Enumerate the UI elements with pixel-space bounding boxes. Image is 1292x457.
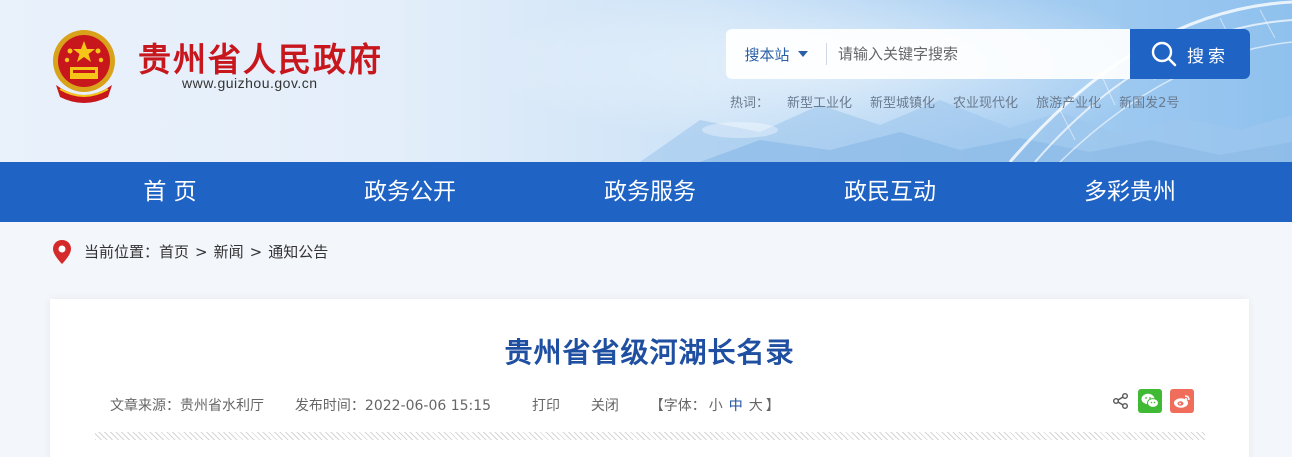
publish-time-label: 发布时间： xyxy=(294,398,365,414)
nav-item-gov-services[interactable]: 政务服务 xyxy=(590,162,710,222)
article-source: 贵州省水利厅 xyxy=(180,398,264,414)
search-box: 搜本站 搜索 xyxy=(726,29,1250,79)
search-input[interactable] xyxy=(838,39,1118,69)
search-button-label: 搜索 xyxy=(1187,46,1229,67)
breadcrumb-separator: > xyxy=(249,243,263,261)
hot-word[interactable]: 旅游产业化 xyxy=(1036,92,1101,111)
nav-item-colorful-guizhou[interactable]: 多彩贵州 xyxy=(1070,162,1190,222)
hot-words-label: 热词： xyxy=(730,96,770,111)
nav-item-home[interactable]: 首 页 xyxy=(110,162,230,222)
search-icon xyxy=(1151,41,1177,67)
hot-word[interactable]: 新型城镇化 xyxy=(870,92,935,111)
wechat-share-button[interactable] xyxy=(1138,389,1162,413)
publish-time: 2022-06-06 15:15 xyxy=(364,398,492,414)
header-banner: 贵州省人民政府 www.guizhou.gov.cn 搜本站 搜索 热词： 新型… xyxy=(0,0,1292,162)
hot-word[interactable]: 农业现代化 xyxy=(953,92,1018,111)
hot-words: 热词： 新型工业化 新型城镇化 农业现代化 旅游产业化 新国发2号 xyxy=(730,92,1179,111)
map-pin-icon xyxy=(53,240,71,264)
national-emblem-icon xyxy=(53,30,115,103)
site-title[interactable]: 贵州省人民政府 xyxy=(138,33,383,81)
font-size-large[interactable]: 大 xyxy=(749,395,763,415)
article-title: 贵州省省级河湖长名录 xyxy=(504,336,795,369)
search-scope-label: 搜本站 xyxy=(744,45,790,64)
nav-item-interaction[interactable]: 政民互动 xyxy=(830,162,950,222)
wechat-icon xyxy=(1141,393,1159,408)
breadcrumb-bar: 当前位置：首页 > 新闻 > 通知公告 xyxy=(0,222,1292,280)
share-bar xyxy=(1112,389,1194,413)
breadcrumb-news[interactable]: 新闻 xyxy=(214,243,244,261)
article-meta: 文章来源：贵州省水利厅 发布时间：2022-06-06 15:15 打印 关闭 … xyxy=(110,395,780,415)
breadcrumb-home[interactable]: 首页 xyxy=(159,243,189,261)
breadcrumb-prefix: 当前位置： xyxy=(84,243,160,261)
breadcrumb: 当前位置：首页 > 新闻 > 通知公告 xyxy=(84,241,328,262)
hot-word[interactable]: 新型工业化 xyxy=(787,92,852,111)
font-size-medium[interactable]: 中 xyxy=(729,395,743,415)
hatched-divider xyxy=(95,432,1205,440)
search-scope-dropdown[interactable]: 搜本站 xyxy=(726,29,826,79)
site-url[interactable]: www.guizhou.gov.cn xyxy=(182,75,318,91)
main-nav: 首 页 政务公开 政务服务 政民互动 多彩贵州 xyxy=(0,162,1292,222)
breadcrumb-separator: > xyxy=(195,243,208,261)
share-icon[interactable] xyxy=(1112,392,1130,410)
article-card: 贵州省省级河湖长名录 文章来源：贵州省水利厅 发布时间：2022-06-06 1… xyxy=(50,299,1249,457)
hot-word[interactable]: 新国发2号 xyxy=(1119,92,1179,111)
source-label: 文章来源： xyxy=(110,398,180,414)
weibo-share-button[interactable] xyxy=(1170,389,1194,413)
weibo-icon xyxy=(1174,395,1190,408)
font-size-label: 【字体： xyxy=(649,398,706,414)
search-divider xyxy=(826,43,827,65)
nav-item-gov-affairs-open[interactable]: 政务公开 xyxy=(350,162,470,222)
breadcrumb-notices[interactable]: 通知公告 xyxy=(268,243,328,261)
close-link[interactable]: 关闭 xyxy=(591,395,619,415)
font-size-label-close: 】 xyxy=(765,398,780,414)
search-button[interactable]: 搜索 xyxy=(1130,29,1250,79)
chevron-down-icon xyxy=(797,51,808,57)
font-size-small[interactable]: 小 xyxy=(709,395,723,415)
print-link[interactable]: 打印 xyxy=(532,395,560,415)
